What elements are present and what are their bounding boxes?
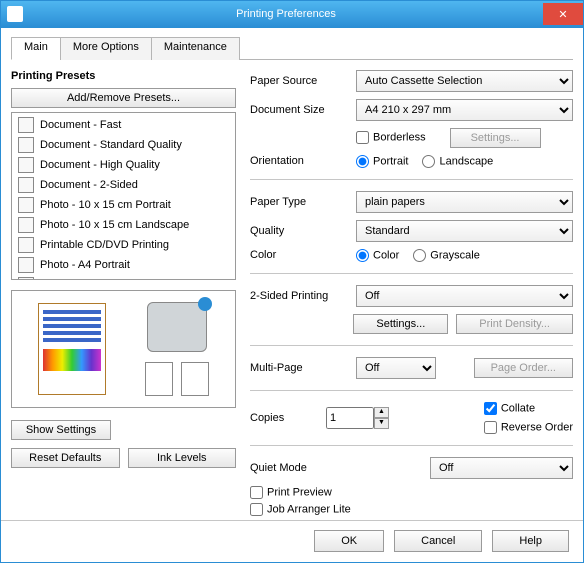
- preset-item[interactable]: Document - High Quality: [12, 155, 235, 175]
- preset-label: Document - High Quality: [40, 159, 160, 171]
- window: Printing Preferences ✕ Main More Options…: [0, 0, 584, 563]
- photo-icon: [18, 277, 34, 280]
- job-arranger-checkbox[interactable]: Job Arranger Lite: [250, 503, 573, 516]
- close-button[interactable]: ✕: [543, 3, 583, 25]
- reverse-order-label: Reverse Order: [501, 421, 573, 433]
- preset-item[interactable]: Photo - A4 Portrait: [12, 255, 235, 275]
- disc-icon: [18, 237, 34, 253]
- duplex-label: 2-Sided Printing: [250, 290, 346, 302]
- multipage-label: Multi-Page: [250, 362, 346, 374]
- show-settings-button[interactable]: Show Settings: [11, 420, 111, 440]
- window-title: Printing Preferences: [29, 8, 543, 20]
- color-label: Color: [250, 249, 346, 261]
- photo-icon: [18, 197, 34, 213]
- paper-type-select[interactable]: plain papers: [356, 191, 573, 213]
- tab-main[interactable]: Main: [11, 37, 61, 60]
- color-option-label: Color: [373, 249, 399, 261]
- preset-label: Photo - 10 x 15 cm Landscape: [40, 219, 189, 231]
- printer-icon: [7, 6, 23, 22]
- quiet-mode-select[interactable]: Off: [430, 457, 573, 479]
- multipage-select[interactable]: Off: [356, 357, 436, 379]
- collate-label: Collate: [501, 402, 535, 414]
- preview-pages-icon: [145, 362, 209, 396]
- tab-maintenance[interactable]: Maintenance: [151, 37, 240, 60]
- preset-label: Document - 2-Sided: [40, 179, 138, 191]
- landscape-label: Landscape: [439, 155, 493, 167]
- left-column: Printing Presets Add/Remove Presets... D…: [11, 70, 236, 516]
- borderless-label: Borderless: [373, 132, 426, 144]
- preset-label: Document - Fast: [40, 119, 121, 131]
- quality-select[interactable]: Standard: [356, 220, 573, 242]
- preset-preview: [11, 290, 236, 408]
- tab-more-options[interactable]: More Options: [60, 37, 152, 60]
- document-size-label: Document Size: [250, 104, 346, 116]
- duplex-settings-button[interactable]: Settings...: [353, 314, 448, 334]
- collate-checkbox[interactable]: Collate: [484, 402, 573, 415]
- add-remove-presets-button[interactable]: Add/Remove Presets...: [11, 88, 236, 108]
- help-button[interactable]: Help: [492, 530, 569, 552]
- preset-item[interactable]: Photo - 10 x 15 cm Portrait: [12, 195, 235, 215]
- photo-icon: [18, 257, 34, 273]
- titlebar: Printing Preferences ✕: [1, 1, 583, 28]
- preset-label: Photo - 10 x 15 cm Portrait: [40, 199, 171, 211]
- close-icon: ✕: [558, 8, 567, 21]
- document-icon: [18, 177, 34, 193]
- quality-label: Quality: [250, 225, 346, 237]
- print-preview-checkbox[interactable]: Print Preview: [250, 486, 573, 499]
- preset-item[interactable]: Printable CD/DVD Printing: [12, 235, 235, 255]
- paper-source-label: Paper Source: [250, 75, 346, 87]
- ink-levels-button[interactable]: Ink Levels: [128, 448, 237, 468]
- copies-label: Copies: [250, 412, 310, 424]
- orientation-portrait-radio[interactable]: Portrait: [356, 155, 408, 168]
- copies-up-button[interactable]: ▲: [374, 407, 389, 418]
- grayscale-option-label: Grayscale: [430, 249, 480, 261]
- preset-item[interactable]: Photo - A4 Landscape: [12, 275, 235, 280]
- preview-printer-icon: [147, 302, 207, 352]
- preset-item[interactable]: Photo - 10 x 15 cm Landscape: [12, 215, 235, 235]
- printing-presets-title: Printing Presets: [11, 70, 236, 82]
- preset-item[interactable]: Document - 2-Sided: [12, 175, 235, 195]
- footer: OK Cancel Help: [1, 520, 583, 562]
- reverse-order-checkbox[interactable]: Reverse Order: [484, 421, 573, 434]
- quiet-mode-label: Quiet Mode: [250, 462, 420, 474]
- ok-button[interactable]: OK: [314, 530, 384, 552]
- panel-main: Printing Presets Add/Remove Presets... D…: [11, 60, 573, 516]
- paper-source-select[interactable]: Auto Cassette Selection: [356, 70, 573, 92]
- reset-defaults-button[interactable]: Reset Defaults: [11, 448, 120, 468]
- orientation-landscape-radio[interactable]: Landscape: [422, 155, 493, 168]
- color-color-radio[interactable]: Color: [356, 249, 399, 262]
- preview-document-icon: [38, 303, 106, 395]
- document-icon: [18, 117, 34, 133]
- right-column: Paper Source Auto Cassette Selection Doc…: [250, 70, 573, 516]
- portrait-label: Portrait: [373, 155, 408, 167]
- copies-down-button[interactable]: ▼: [374, 418, 389, 429]
- preset-label: Photo - A4 Landscape: [40, 279, 148, 280]
- cancel-button[interactable]: Cancel: [394, 530, 482, 552]
- preset-label: Printable CD/DVD Printing: [40, 239, 169, 251]
- document-size-select[interactable]: A4 210 x 297 mm: [356, 99, 573, 121]
- photo-icon: [18, 217, 34, 233]
- orientation-label: Orientation: [250, 155, 346, 167]
- print-preview-label: Print Preview: [267, 486, 332, 498]
- presets-list[interactable]: Document - Fast Document - Standard Qual…: [11, 112, 236, 280]
- document-icon: [18, 157, 34, 173]
- job-arranger-label: Job Arranger Lite: [267, 503, 351, 515]
- preset-label: Document - Standard Quality: [40, 139, 182, 151]
- paper-type-label: Paper Type: [250, 196, 346, 208]
- preset-item[interactable]: Document - Fast: [12, 115, 235, 135]
- borderless-checkbox[interactable]: Borderless: [356, 131, 426, 144]
- content: Main More Options Maintenance Printing P…: [1, 28, 583, 520]
- tabs: Main More Options Maintenance: [11, 36, 573, 60]
- copies-input[interactable]: [326, 407, 374, 429]
- color-grayscale-radio[interactable]: Grayscale: [413, 249, 480, 262]
- page-order-button[interactable]: Page Order...: [474, 358, 573, 378]
- borderless-settings-button[interactable]: Settings...: [450, 128, 541, 148]
- preset-label: Photo - A4 Portrait: [40, 259, 130, 271]
- preset-item[interactable]: Document - Standard Quality: [12, 135, 235, 155]
- print-density-button[interactable]: Print Density...: [456, 314, 573, 334]
- document-icon: [18, 137, 34, 153]
- duplex-select[interactable]: Off: [356, 285, 573, 307]
